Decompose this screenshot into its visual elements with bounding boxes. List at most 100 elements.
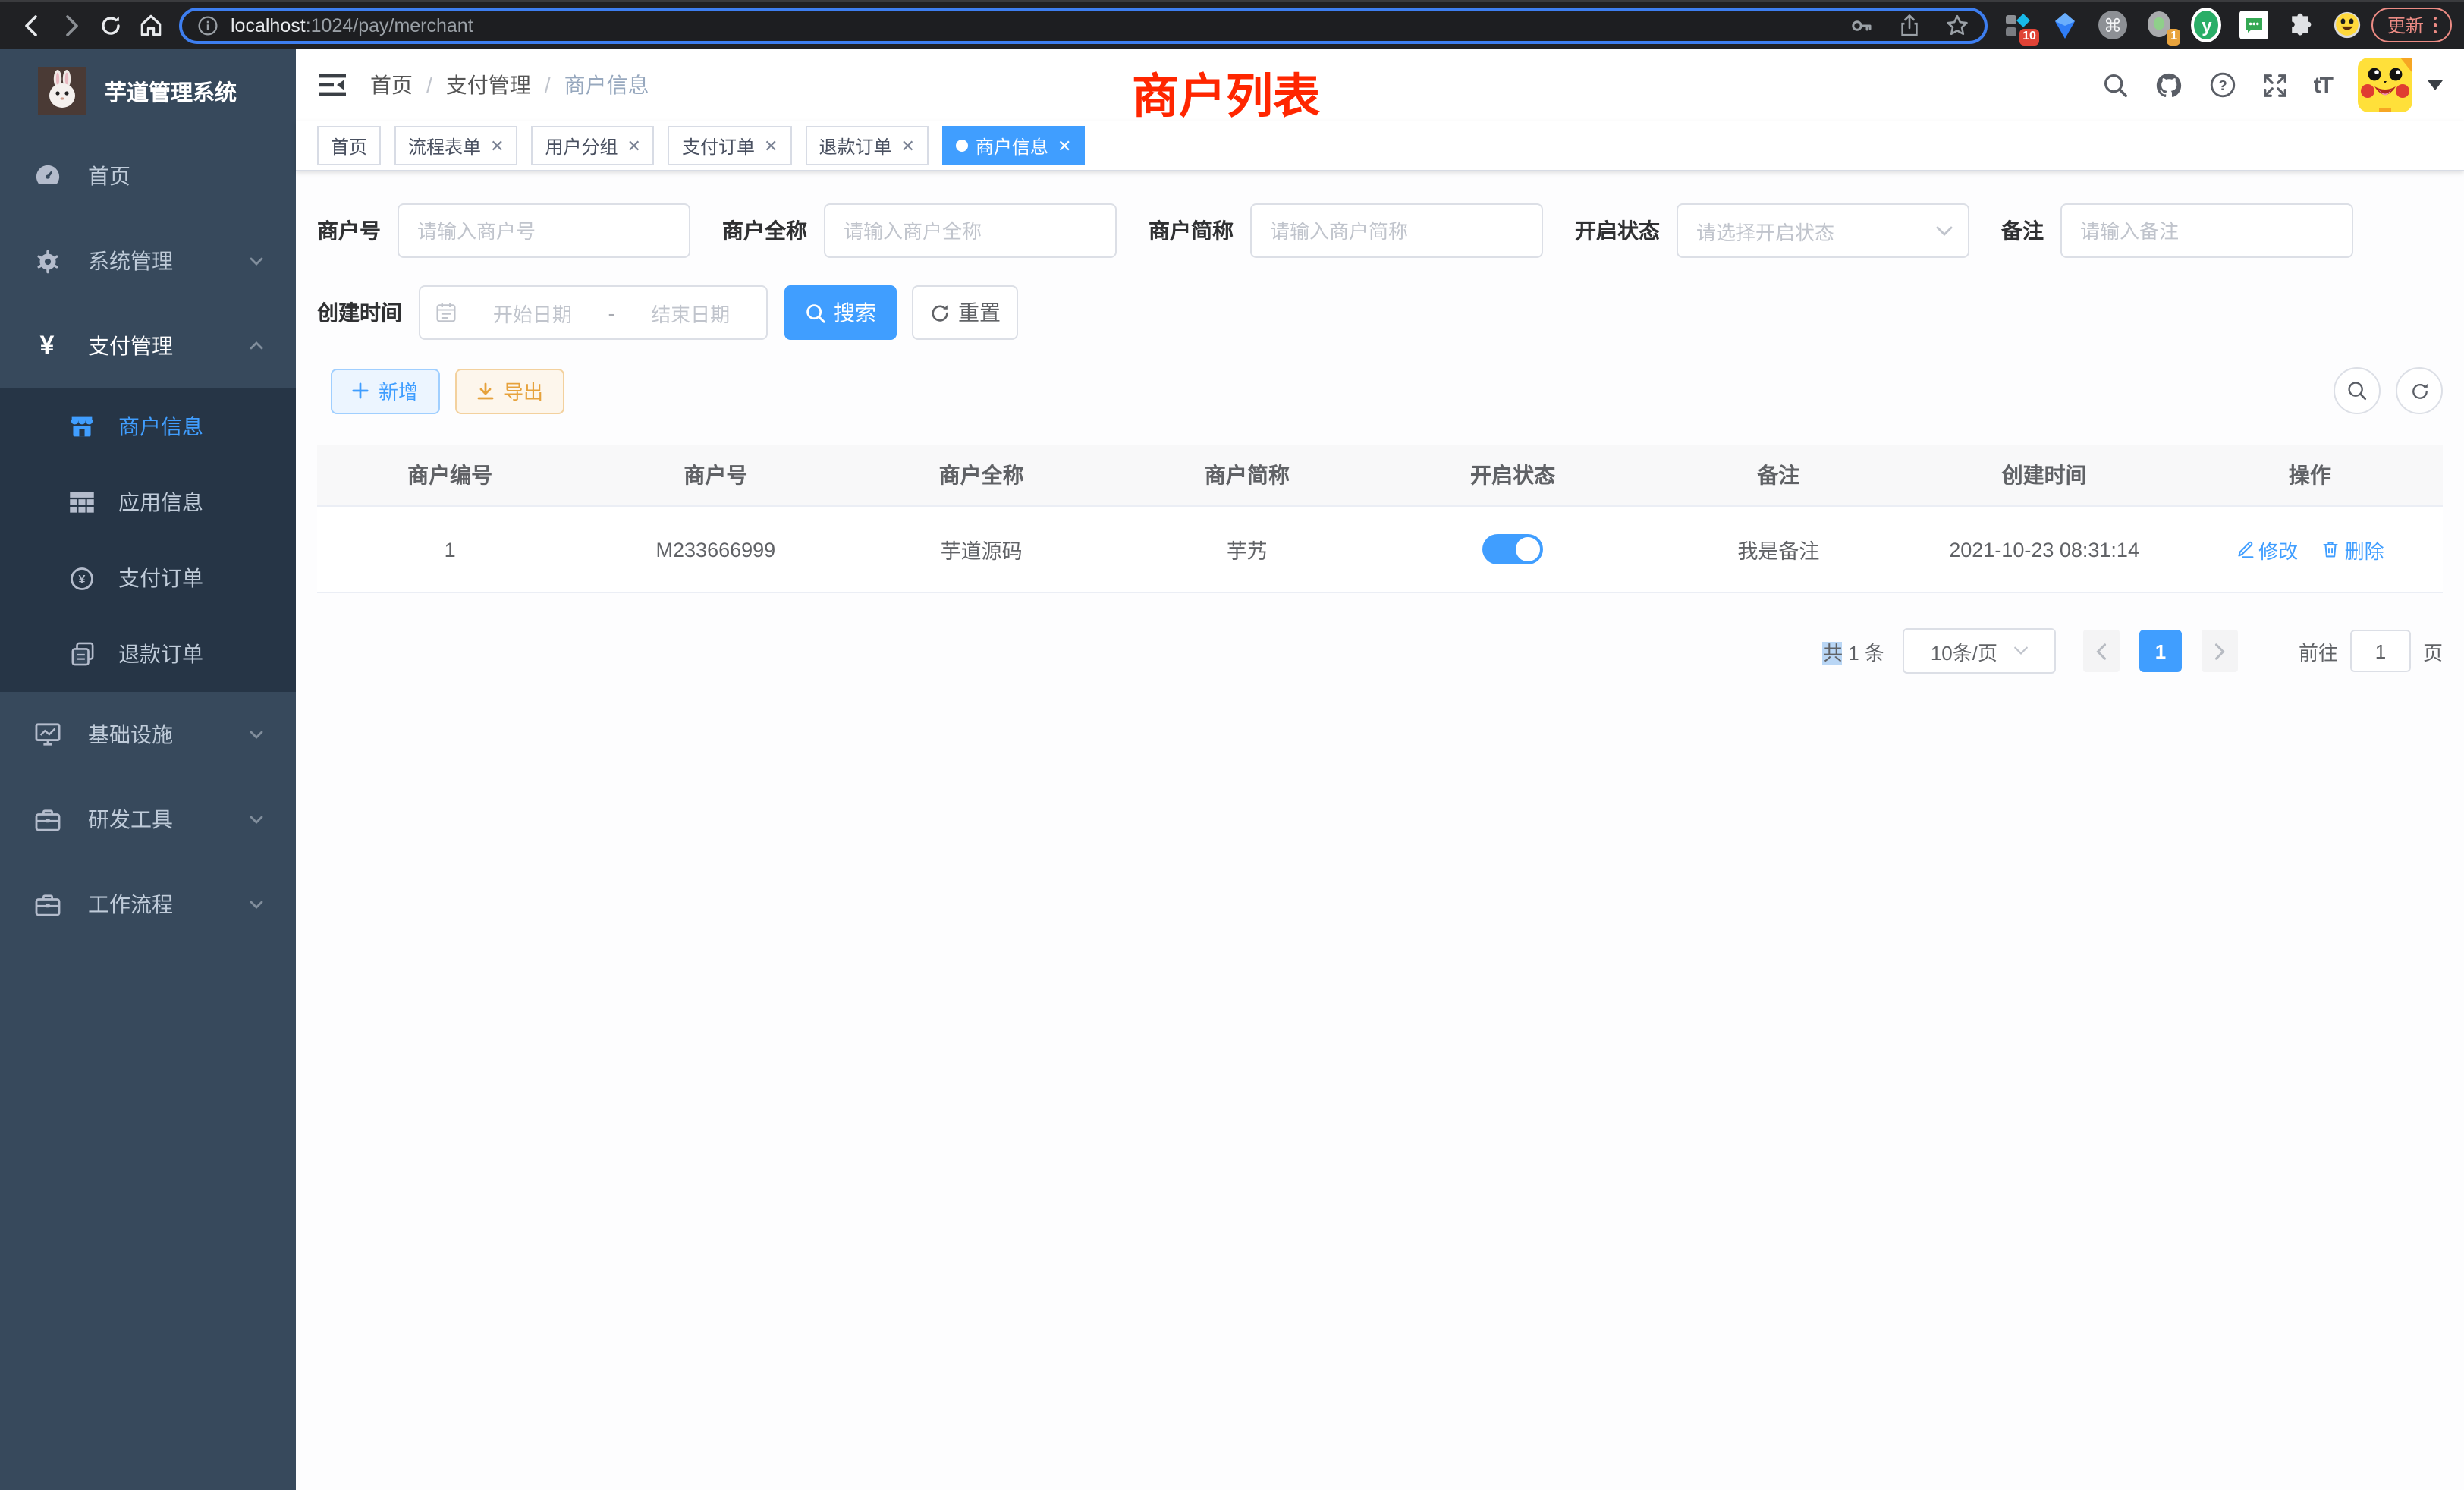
prev-page-button[interactable]	[2083, 630, 2120, 672]
tab-close-icon[interactable]: ✕	[764, 136, 778, 156]
user-avatar-pikachu	[2358, 58, 2412, 112]
sidebar-item-label: 退款订单	[118, 639, 203, 669]
browser-home-button[interactable]	[130, 5, 170, 45]
browser-forward-button[interactable]	[52, 5, 91, 45]
extension-yudao-icon[interactable]: y	[2192, 10, 2222, 40]
table-toolbar: 新增 导出	[317, 367, 2443, 414]
tab-process-form[interactable]: 流程表单✕	[394, 126, 517, 165]
breadcrumb-pay[interactable]: 支付管理	[446, 70, 531, 100]
filter-row-1: 商户号 商户全称 商户简称 开启状态 请选择开启状态 备注	[317, 203, 2443, 258]
calendar-icon	[435, 302, 457, 323]
browser-update-button[interactable]: 更新	[2372, 8, 2452, 42]
app-logo-row[interactable]: 芋道管理系统	[0, 49, 296, 134]
filter-label-full-name: 商户全称	[722, 215, 807, 246]
extension-boards-icon[interactable]: 10	[2004, 10, 2034, 40]
sidebar-item-workflow[interactable]: 工作流程	[0, 862, 296, 947]
font-size-icon[interactable]: tT	[2314, 72, 2332, 98]
address-bar[interactable]: localhost:1024/pay/merchant	[179, 7, 1988, 43]
filter-label-create-time: 创建时间	[317, 297, 402, 328]
extension-gem-icon[interactable]	[2051, 10, 2081, 40]
breadcrumb-current: 商户信息	[564, 70, 649, 100]
next-page-button[interactable]	[2202, 630, 2238, 672]
password-key-icon[interactable]	[1850, 13, 1875, 37]
url-text[interactable]: localhost:1024/pay/merchant	[231, 14, 1835, 36]
search-button[interactable]: 搜索	[784, 285, 897, 340]
documents-icon	[70, 642, 94, 666]
filter-row-2: 创建时间 开始日期 - 结束日期 搜索 重置	[317, 285, 2443, 340]
col-merchant-id: 商户编号	[317, 445, 583, 506]
add-button[interactable]: 新增	[331, 368, 440, 413]
reset-button[interactable]: 重置	[912, 285, 1018, 340]
tab-close-icon[interactable]: ✕	[490, 136, 504, 156]
header-search-icon[interactable]	[2103, 72, 2129, 98]
page-unit-label: 页	[2423, 637, 2443, 665]
extension-recorder-icon[interactable]: 1	[2145, 10, 2175, 40]
merchant-no-input[interactable]	[398, 203, 690, 258]
page-size-select[interactable]: 10条/页	[1903, 628, 2056, 674]
help-icon[interactable]: ?	[2209, 71, 2236, 99]
sidebar-item-home[interactable]: 首页	[0, 134, 296, 218]
sidebar-item-infra[interactable]: 基础设施	[0, 692, 296, 777]
chevron-down-icon	[247, 252, 266, 270]
cell-merchant-id: 1	[317, 506, 583, 593]
export-button[interactable]: 导出	[455, 368, 564, 413]
breadcrumb-home[interactable]: 首页	[370, 70, 413, 100]
tab-close-icon[interactable]: ✕	[627, 136, 641, 156]
status-toggle[interactable]	[1482, 534, 1543, 564]
sidebar-item-label: 支付订单	[118, 563, 203, 593]
refresh-table-button[interactable]	[2396, 367, 2443, 414]
fullscreen-icon[interactable]	[2262, 72, 2288, 98]
edit-link[interactable]: 修改	[2236, 535, 2298, 564]
sidebar-item-merchant-info[interactable]: 商户信息	[0, 388, 296, 464]
sidebar-item-dev-tools[interactable]: 研发工具	[0, 777, 296, 862]
extension-chat-icon[interactable]	[2239, 10, 2269, 40]
remark-input[interactable]	[2060, 203, 2353, 258]
tab-refund-order[interactable]: 退款订单✕	[805, 126, 928, 165]
browser-reload-button[interactable]	[91, 5, 130, 45]
sidebar-item-system[interactable]: 系统管理	[0, 218, 296, 303]
share-icon[interactable]	[1899, 13, 1922, 37]
delete-link[interactable]: 删除	[2322, 535, 2384, 564]
short-name-input[interactable]	[1250, 203, 1543, 258]
toggle-search-button[interactable]	[2334, 367, 2381, 414]
sidebar-item-refund-order[interactable]: 退款订单	[0, 616, 296, 692]
tab-home[interactable]: 首页	[317, 126, 381, 165]
github-icon[interactable]	[2154, 71, 2183, 99]
sidebar-item-label: 支付管理	[88, 331, 247, 361]
page-1-button[interactable]: 1	[2139, 630, 2182, 672]
browser-profile-avatar[interactable]	[2333, 10, 2363, 40]
sidebar-collapse-button[interactable]	[319, 73, 346, 97]
filter-label-merchant-no: 商户号	[317, 215, 381, 246]
user-avatar-menu[interactable]	[2358, 58, 2443, 112]
goto-page-input[interactable]	[2350, 630, 2411, 672]
cell-status	[1380, 506, 1645, 593]
end-date-placeholder[interactable]: 结束日期	[630, 298, 751, 327]
gear-icon	[33, 247, 61, 275]
filter-label-remark: 备注	[2001, 215, 2044, 246]
tab-close-icon[interactable]: ✕	[1058, 136, 1071, 156]
forward-icon	[59, 13, 83, 37]
extensions-puzzle-icon[interactable]	[2286, 10, 2316, 40]
tab-close-icon[interactable]: ✕	[900, 136, 914, 156]
create-time-range-picker[interactable]: 开始日期 - 结束日期	[419, 285, 768, 340]
bookmark-star-icon[interactable]	[1946, 13, 1970, 37]
sidebar-item-pay[interactable]: ¥ 支付管理	[0, 303, 296, 388]
browser-back-button[interactable]	[12, 5, 52, 45]
tab-merchant-info[interactable]: 商户信息✕	[942, 126, 1085, 165]
main-area: 首页 / 支付管理 / 商户信息 ?	[296, 49, 2464, 1490]
site-info-icon[interactable]	[197, 14, 218, 36]
tab-pay-order[interactable]: 支付订单✕	[668, 126, 791, 165]
start-date-placeholder[interactable]: 开始日期	[472, 298, 593, 327]
extension-command-icon[interactable]: ⌘	[2098, 10, 2128, 40]
app-title: 芋道管理系统	[105, 75, 237, 107]
table-header-row: 商户编号 商户号 商户全称 商户简称 开启状态 备注 创建时间 操作	[317, 445, 2443, 506]
browser-menu-kebab-icon[interactable]	[2433, 17, 2437, 34]
sidebar-item-app-info[interactable]: 应用信息	[0, 464, 296, 540]
yen-icon: ¥	[33, 332, 61, 360]
extension-badge: 10	[2019, 28, 2040, 45]
status-select[interactable]: 请选择开启状态	[1677, 203, 1969, 258]
sidebar-item-pay-order[interactable]: ¥ 支付订单	[0, 540, 296, 616]
tab-user-group[interactable]: 用户分组✕	[532, 126, 655, 165]
full-name-input[interactable]	[824, 203, 1117, 258]
cell-merchant-no: M233666999	[583, 506, 848, 593]
